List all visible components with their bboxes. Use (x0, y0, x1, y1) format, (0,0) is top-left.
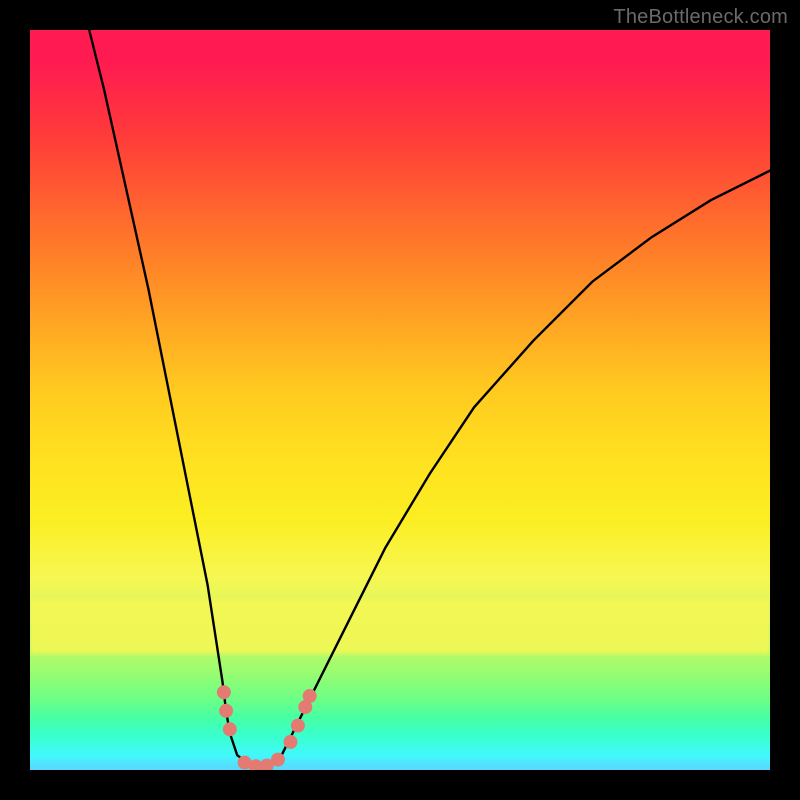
marker-left-3 (223, 722, 237, 736)
watermark-text: TheBottleneck.com (613, 6, 788, 29)
marker-bottom-4 (271, 753, 285, 767)
chart-frame: TheBottleneck.com (0, 0, 800, 800)
marker-right-4 (303, 689, 317, 703)
marker-right-2 (291, 719, 305, 733)
marker-left-1 (219, 704, 233, 718)
curve-group (89, 30, 770, 766)
bottleneck-curve (89, 30, 770, 766)
marker-right-1 (284, 735, 298, 749)
plot-area (30, 30, 770, 770)
markers-group (217, 685, 317, 770)
chart-svg (30, 30, 770, 770)
marker-left-2 (217, 685, 231, 699)
